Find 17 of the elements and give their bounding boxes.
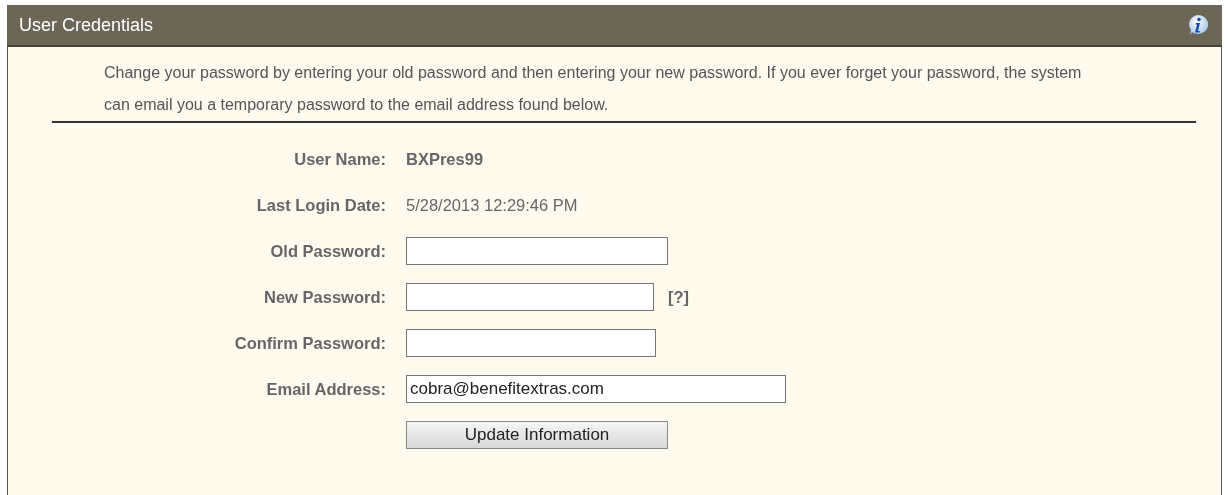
password-field[interactable] bbox=[406, 237, 668, 265]
password-field[interactable] bbox=[406, 283, 654, 311]
update-button[interactable]: Update Information bbox=[406, 421, 668, 449]
field-value: 5/28/2013 12:29:46 PM bbox=[406, 195, 578, 215]
password-field[interactable] bbox=[406, 329, 656, 357]
field-label: Last Login Date: bbox=[256, 195, 386, 216]
field-label: Old Password: bbox=[270, 241, 386, 262]
field-label: Email Address: bbox=[266, 379, 386, 400]
field-label: User Name: bbox=[294, 149, 386, 170]
instructions-text: Change your password by entering your old password and then entering your new password. If you ever forget your password, the system can email you a temporary password to the email address found below. bbox=[103, 63, 1083, 115]
help-link[interactable]: [?] bbox=[668, 287, 690, 307]
field-label: New Password: bbox=[264, 287, 386, 308]
field-label: Confirm Password: bbox=[234, 333, 386, 354]
info-icon[interactable] bbox=[1186, 13, 1210, 37]
field-value: BXPres99 bbox=[406, 149, 484, 169]
email-field[interactable]: cobra@benefitextras.com bbox=[406, 375, 786, 403]
panel-title: User Credentials bbox=[19, 14, 154, 36]
